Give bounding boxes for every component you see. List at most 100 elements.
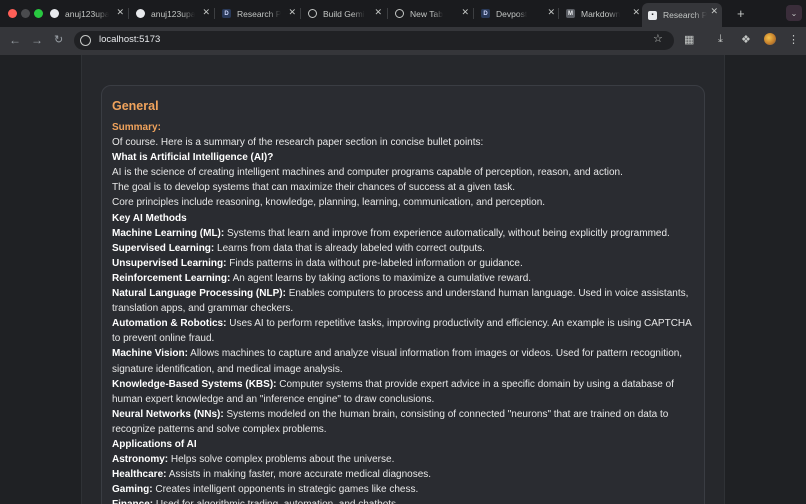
item-term: Neural Networks (NNs): [112, 408, 224, 420]
summary-line: Core principles include reasoning, knowl… [112, 197, 546, 209]
tab-close-icon[interactable]: ✕ [116, 7, 124, 18]
chrome-icon [395, 9, 404, 18]
summary-item: Gaming: Creates intelligent opponents in… [112, 482, 698, 497]
close-window-button[interactable] [8, 9, 17, 18]
summary-content: General Summary: Of course. Here is a su… [112, 97, 698, 504]
item-term: Machine Vision: [112, 348, 188, 360]
tab-close-icon[interactable]: ✕ [288, 7, 296, 18]
forward-button[interactable]: → [31, 33, 43, 47]
subsection-heading-text: What is Artificial Intelligence (AI)? [112, 152, 274, 164]
summary-item: Natural Language Processing (NLP): Enabl… [112, 286, 698, 316]
subsection-heading: Key AI Methods [112, 211, 698, 226]
tab-separator [558, 8, 559, 19]
reload-button[interactable]: ↻ [54, 33, 63, 46]
subsection-heading: What is Artificial Intelligence (AI)? [112, 150, 698, 165]
site-info-icon[interactable] [80, 35, 91, 46]
browser-tab[interactable]: New Tab ✕ [395, 4, 469, 23]
extensions-icon[interactable]: ▦ [684, 33, 694, 46]
download-icon[interactable]: ⤓ [718, 33, 723, 46]
tab-close-icon[interactable]: ✕ [547, 7, 555, 18]
tab-close-icon[interactable]: ✕ [202, 7, 210, 18]
profile-avatar[interactable] [764, 33, 776, 45]
summary-item: Supervised Learning: Learns from data th… [112, 241, 698, 256]
item-term: Gaming: [112, 484, 153, 496]
summary-item: Automation & Robotics: Uses AI to perfor… [112, 316, 698, 346]
summary-line: The goal is to develop systems that can … [112, 182, 515, 194]
summary-item: Reinforcement Learning: An agent learns … [112, 271, 698, 286]
browser-tab[interactable]: M Markdown ✕ [566, 4, 640, 23]
browser-menu-icon[interactable]: ⋮ [788, 33, 799, 46]
tab-close-icon[interactable]: ✕ [461, 7, 469, 18]
item-description: Creates intelligent opponents in strateg… [152, 484, 419, 496]
tab-title: anuj123upa [65, 8, 110, 19]
extension-puzzle-icon[interactable]: ❖ [741, 33, 751, 46]
summary-item: Machine Vision: Allows machines to captu… [112, 346, 698, 376]
tab-strip: anuj123upa ✕ anuj123upa ✕ D Research P ✕ Build … [0, 0, 806, 27]
tab-close-icon[interactable]: ✕ [374, 7, 382, 18]
item-description: Assists in making faster, more accurate … [166, 469, 432, 481]
item-term: Automation & Robotics: [112, 318, 227, 330]
tab-close-icon[interactable]: ✕ [632, 7, 640, 18]
browser-tab[interactable]: Build Gemi ✕ [308, 4, 382, 23]
item-description: Systems that learn and improve from expe… [224, 227, 670, 239]
item-term: Knowledge-Based Systems (KBS): [112, 378, 277, 390]
tab-title: Research P [663, 10, 708, 20]
item-description: Finds patterns in data without pre-label… [226, 257, 523, 269]
tab-separator [300, 8, 301, 19]
summary-item: Astronomy: Helps solve complex problems … [112, 452, 698, 467]
item-description: Helps solve complex problems about the u… [168, 454, 395, 466]
devpost-icon: D [481, 9, 490, 18]
item-term: Finance: [112, 499, 153, 504]
tab-separator [214, 8, 215, 19]
tab-title: New Tab [410, 8, 443, 19]
tab-close-icon[interactable]: ✕ [710, 6, 718, 17]
subsection-heading: Applications of AI [112, 437, 698, 452]
summary-item: Unsupervised Learning: Finds patterns in… [112, 256, 698, 271]
github-icon [136, 9, 145, 18]
section-heading: General [112, 99, 159, 113]
item-term: Machine Learning (ML): [112, 227, 225, 239]
tab-search-button[interactable]: ⌄ [786, 5, 802, 21]
browser-tab[interactable]: D Research P ✕ [222, 4, 296, 23]
item-term: Supervised Learning: [112, 242, 215, 254]
new-tab-button[interactable]: + [737, 6, 745, 21]
summary-label: Summary: [112, 122, 161, 133]
item-description: Allows machines to capture and analyze v… [112, 348, 683, 375]
url-text[interactable]: localhost:5173 [99, 34, 160, 45]
browser-tab[interactable]: anuj123upa ✕ [50, 4, 124, 23]
browser-tab[interactable]: ▪ Research P ✕ [642, 3, 722, 27]
tab-separator [473, 8, 474, 19]
summary-item: Healthcare: Assists in making faster, mo… [112, 467, 698, 482]
summary-line: AI is the science of creating intelligen… [112, 167, 623, 179]
tab-separator [128, 8, 129, 19]
tab-title: Build Gemi [323, 8, 365, 19]
summary-item: Knowledge-Based Systems (KBS): Computer … [112, 377, 698, 407]
markdown-icon: M [566, 9, 575, 18]
address-bar[interactable] [74, 31, 674, 50]
browser-tab[interactable]: D Devpost ✕ [481, 4, 555, 23]
devpost-icon: D [222, 9, 231, 18]
back-button[interactable]: ← [9, 33, 21, 47]
minimize-window-button[interactable] [21, 9, 30, 18]
tab-separator [387, 8, 388, 19]
summary-item: Finance: Used for algorithmic trading, a… [112, 497, 698, 504]
summary-intro: Of course. Here is a summary of the rese… [112, 137, 484, 149]
item-term: Natural Language Processing (NLP): [112, 288, 286, 300]
browser-tab[interactable]: anuj123upa ✕ [136, 4, 210, 23]
subsection-heading-text: Applications of AI [112, 438, 197, 450]
item-description: An agent learns by taking actions to max… [230, 272, 532, 284]
tab-title: Devpost [496, 8, 528, 19]
github-icon [50, 9, 59, 18]
app-icon: ▪ [648, 10, 657, 20]
item-term: Unsupervised Learning: [112, 257, 227, 269]
page-viewport: General Summary: Of course. Here is a su… [0, 55, 806, 504]
maximize-window-button[interactable] [34, 9, 43, 18]
globe-icon [308, 9, 317, 18]
item-term: Reinforcement Learning: [112, 272, 231, 284]
summary-item: Neural Networks (NNs): Systems modeled o… [112, 407, 698, 437]
item-term: Astronomy: [112, 454, 169, 466]
subsection-heading-text: Key AI Methods [112, 212, 187, 224]
item-description: Learns from data that is already labeled… [214, 242, 485, 254]
item-description: Used for algorithmic trading, automation… [153, 499, 399, 504]
bookmark-star-icon[interactable]: ☆ [653, 32, 663, 45]
